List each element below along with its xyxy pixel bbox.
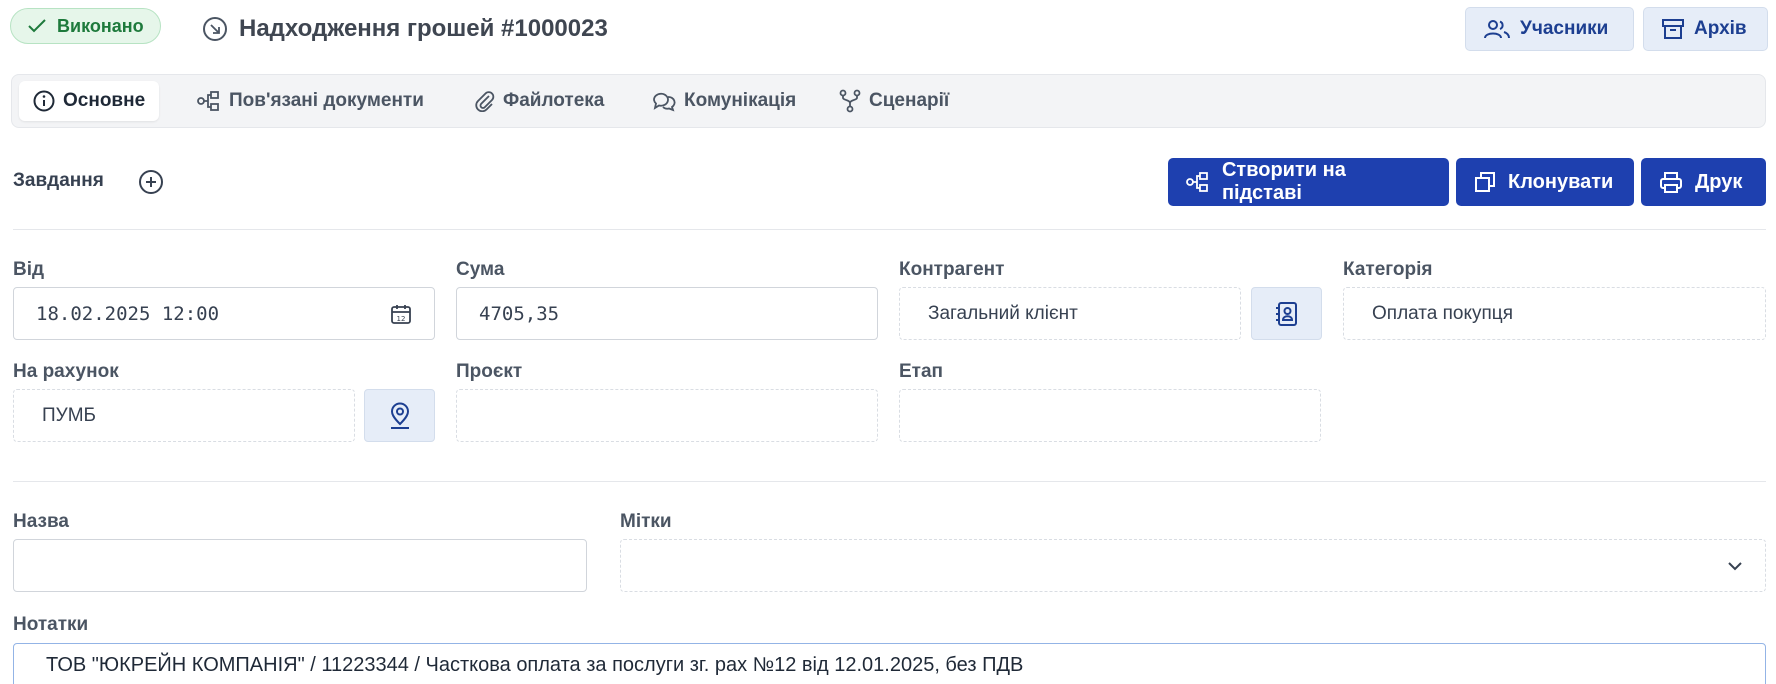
category-label: Категорія <box>1343 259 1433 280</box>
archive-label: Архів <box>1694 18 1747 39</box>
contact-book-icon <box>1275 301 1297 326</box>
plus-icon <box>146 177 156 187</box>
chat-icon <box>653 92 676 112</box>
tab-files[interactable]: Файлотека <box>461 81 618 121</box>
select-counterparty-button[interactable] <box>1251 287 1322 340</box>
check-icon <box>28 19 46 33</box>
participants-button[interactable]: Учасники <box>1465 7 1634 51</box>
participants-label: Учасники <box>1520 18 1609 39</box>
tab-label: Сценарії <box>869 90 950 111</box>
tab-label: Основне <box>63 90 146 111</box>
svg-text:12: 12 <box>397 315 406 323</box>
notes-value: ТОВ "ЮКРЕЙН КОМПАНІЯ" / 11223344 / Частк… <box>46 654 1024 676</box>
clone-label: Клонувати <box>1508 170 1614 193</box>
counterparty-field[interactable]: Загальний клієнт <box>899 287 1241 340</box>
counterparty-value: Загальний клієнт <box>928 302 1078 324</box>
archive-button[interactable]: Архів <box>1643 7 1768 51</box>
page-title: Надходження грошей #1000023 <box>239 15 608 42</box>
paperclip-icon <box>475 91 495 112</box>
tab-communication[interactable]: Комунікація <box>638 81 810 121</box>
tags-label: Мітки <box>620 511 672 532</box>
workflow-icon <box>839 89 861 113</box>
counterparty-label: Контрагент <box>899 259 1005 280</box>
category-field[interactable]: Оплата покупця <box>1343 287 1766 340</box>
tab-main[interactable]: Основне <box>19 81 160 121</box>
account-field[interactable]: ПУМБ <box>13 389 355 442</box>
project-label: Проєкт <box>456 361 523 382</box>
clone-button[interactable]: Клонувати <box>1456 158 1634 206</box>
status-label: Виконано <box>57 15 144 36</box>
tasks-label: Завдання <box>13 170 104 191</box>
from-label: Від <box>13 259 45 280</box>
location-pin-icon <box>390 402 409 429</box>
create-based-on-label: Створити на підставі <box>1221 159 1346 204</box>
tab-related-documents[interactable]: Пов'язані документи <box>183 81 438 121</box>
account-label: На рахунок <box>13 361 119 382</box>
print-button[interactable]: Друк <box>1641 158 1766 206</box>
calendar-icon[interactable]: 12 <box>390 303 412 325</box>
archive-icon <box>1662 19 1684 39</box>
name-label: Назва <box>13 511 69 532</box>
tags-select[interactable] <box>620 539 1766 592</box>
from-date-field[interactable]: 18.02.2025 12:00 12 <box>13 287 435 340</box>
select-account-button[interactable] <box>364 389 435 442</box>
page-title-area: Надходження грошей #1000023 <box>203 14 608 44</box>
info-icon <box>33 90 55 112</box>
notes-label: Нотатки <box>13 614 89 635</box>
related-docs-icon <box>1186 172 1208 192</box>
status-badge: Виконано <box>10 8 161 44</box>
stage-field[interactable] <box>899 389 1321 442</box>
create-based-on-button[interactable]: Створити на підставі <box>1168 158 1449 206</box>
tab-scenarios[interactable]: Сценарії <box>825 81 963 121</box>
add-task-button[interactable] <box>139 170 163 194</box>
printer-icon <box>1660 172 1682 193</box>
amount-label: Сума <box>456 259 505 280</box>
related-docs-icon <box>197 91 219 111</box>
incoming-arrow-icon <box>203 17 227 41</box>
amount-field[interactable]: 4705,35 <box>456 287 878 340</box>
print-label: Друк <box>1695 170 1743 193</box>
name-field[interactable] <box>13 539 587 592</box>
category-value: Оплата покупця <box>1372 302 1513 324</box>
tab-label: Комунікація <box>684 90 797 111</box>
divider <box>13 229 1766 230</box>
users-icon <box>1484 20 1510 39</box>
copy-icon <box>1475 172 1495 192</box>
account-value: ПУМБ <box>42 404 97 426</box>
tab-bar: Основне Пов'язані документи Файлотека Ко… <box>11 74 1766 128</box>
tab-label: Файлотека <box>503 90 605 111</box>
project-field[interactable] <box>456 389 878 442</box>
chevron-down-icon[interactable] <box>1727 561 1743 571</box>
tab-label: Пов'язані документи <box>229 90 424 111</box>
from-date-value: 18.02.2025 12:00 <box>36 302 220 325</box>
notes-textarea[interactable]: ТОВ "ЮКРЕЙН КОМПАНІЯ" / 11223344 / Частк… <box>13 643 1766 684</box>
divider <box>13 481 1766 482</box>
stage-label: Етап <box>899 361 944 382</box>
amount-value: 4705,35 <box>479 302 560 325</box>
